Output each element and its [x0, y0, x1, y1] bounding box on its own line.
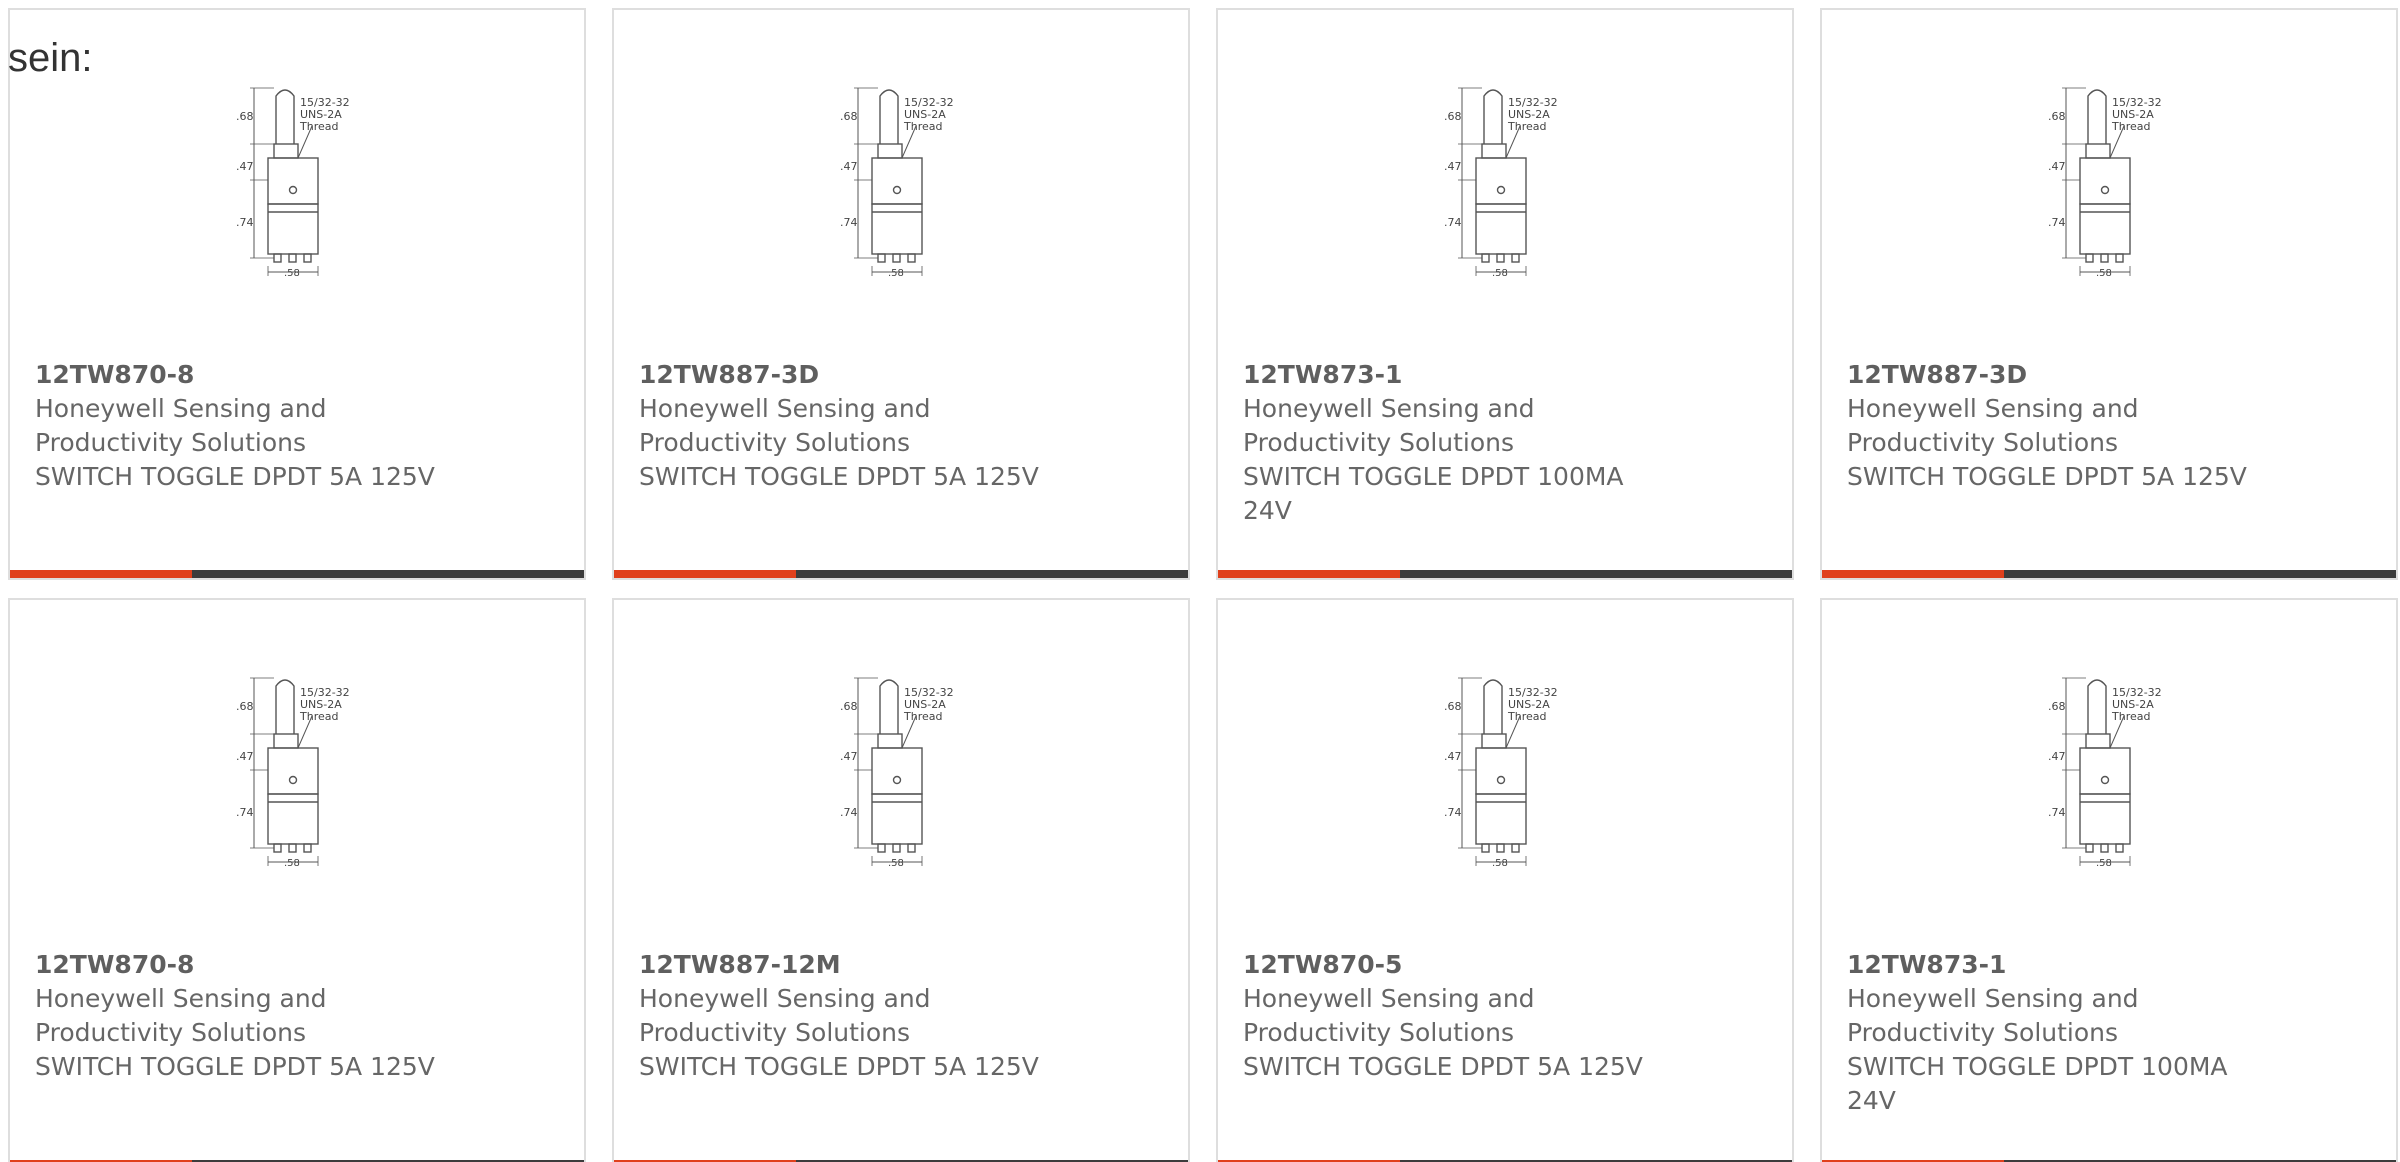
part-number[interactable]: 12TW870-8: [35, 948, 555, 982]
svg-text:Thread: Thread: [903, 710, 942, 723]
svg-text:.68: .68: [2048, 700, 2066, 713]
product-card[interactable]: .68.47.74.58 15/32-32 UNS-2A Thread 12TW870…: [1216, 598, 1794, 1162]
svg-text:Thread: Thread: [2111, 710, 2150, 723]
manufacturer: Honeywell Sensing and Productivity Solut…: [35, 984, 327, 1047]
card-footer-accent: [10, 570, 192, 578]
description: SWITCH TOGGLE DPDT 5A 125V: [1243, 1052, 1643, 1081]
card-footer-bar: [1822, 570, 2396, 578]
part-number[interactable]: 12TW873-1: [1847, 948, 2367, 982]
toggle-switch-drawing-icon[interactable]: .68.47.74.58 15/32-32 UNS-2A Thread: [2046, 666, 2178, 886]
product-card[interactable]: .68.47.74.58 15/32-32 UNS-2A Thread 12TW870…: [8, 8, 586, 580]
product-card[interactable]: .68.47.74.58 15/32-32 UNS-2A Thread 12TW887…: [612, 8, 1190, 580]
svg-text:.74: .74: [840, 216, 858, 229]
svg-text:Thread: Thread: [299, 710, 338, 723]
svg-text:.68: .68: [2048, 110, 2066, 123]
description: SWITCH TOGGLE DPDT 5A 125V: [1847, 462, 2247, 491]
toggle-switch-drawing-icon[interactable]: .68.47.74.58 15/32-32 UNS-2A Thread: [838, 666, 970, 886]
description: SWITCH TOGGLE DPDT 100MA 24V: [1847, 1052, 2228, 1115]
product-info: 12TW887-3D Honeywell Sensing and Product…: [639, 358, 1159, 494]
svg-text:.74: .74: [1444, 216, 1462, 229]
part-number[interactable]: 12TW887-3D: [639, 358, 1159, 392]
product-info: 12TW873-1 Honeywell Sensing and Producti…: [1847, 948, 2367, 1118]
card-footer-bar: [1218, 570, 1792, 578]
svg-text:.47: .47: [1444, 160, 1462, 173]
svg-text:.68: .68: [1444, 110, 1462, 123]
card-footer-bar: [10, 570, 584, 578]
svg-text:.74: .74: [1444, 806, 1462, 819]
product-grid-page: sein: .68.47.74.58 15/32-32 UNS-2A Thread 1…: [0, 0, 2400, 1162]
toggle-switch-drawing-icon[interactable]: .68.47.74.58 15/32-32 UNS-2A Thread: [234, 666, 366, 886]
description: SWITCH TOGGLE DPDT 100MA 24V: [1243, 462, 1624, 525]
product-info: 12TW873-1 Honeywell Sensing and Producti…: [1243, 358, 1763, 528]
description: SWITCH TOGGLE DPDT 5A 125V: [35, 1052, 435, 1081]
svg-text:.74: .74: [840, 806, 858, 819]
card-footer-bar: [614, 570, 1188, 578]
manufacturer: Honeywell Sensing and Productivity Solut…: [639, 984, 931, 1047]
svg-text:.47: .47: [236, 160, 254, 173]
svg-text:.68: .68: [840, 110, 858, 123]
svg-text:.58: .58: [1492, 858, 1508, 869]
card-footer-accent: [1218, 570, 1400, 578]
svg-text:.58: .58: [888, 268, 904, 279]
manufacturer: Honeywell Sensing and Productivity Solut…: [1243, 984, 1535, 1047]
svg-text:Thread: Thread: [903, 120, 942, 133]
product-card[interactable]: .68.47.74.58 15/32-32 UNS-2A Thread 12TW887…: [1820, 8, 2398, 580]
product-card[interactable]: .68.47.74.58 15/32-32 UNS-2A Thread 12TW873…: [1820, 598, 2398, 1162]
svg-text:Thread: Thread: [1507, 120, 1546, 133]
svg-text:.47: .47: [2048, 750, 2066, 763]
svg-text:.68: .68: [236, 110, 254, 123]
product-info: 12TW870-8 Honeywell Sensing and Producti…: [35, 948, 555, 1084]
part-number[interactable]: 12TW873-1: [1243, 358, 1763, 392]
product-info: 12TW870-5 Honeywell Sensing and Producti…: [1243, 948, 1763, 1084]
manufacturer: Honeywell Sensing and Productivity Solut…: [1243, 394, 1535, 457]
svg-text:.74: .74: [236, 806, 254, 819]
svg-text:Thread: Thread: [299, 120, 338, 133]
manufacturer: Honeywell Sensing and Productivity Solut…: [35, 394, 327, 457]
part-number[interactable]: 12TW870-8: [35, 358, 555, 392]
product-info: 12TW887-12M Honeywell Sensing and Produc…: [639, 948, 1159, 1084]
product-info: 12TW870-8 Honeywell Sensing and Producti…: [35, 358, 555, 494]
svg-text:.58: .58: [1492, 268, 1508, 279]
manufacturer: Honeywell Sensing and Productivity Solut…: [1847, 394, 2139, 457]
svg-text:.74: .74: [2048, 806, 2066, 819]
svg-text:Thread: Thread: [1507, 710, 1546, 723]
svg-text:.58: .58: [2096, 858, 2112, 869]
product-card[interactable]: .68.47.74.58 15/32-32 UNS-2A Thread 12TW870…: [8, 598, 586, 1162]
svg-text:.74: .74: [236, 216, 254, 229]
toggle-switch-drawing-icon[interactable]: .68.47.74.58 15/32-32 UNS-2A Thread: [1442, 76, 1574, 296]
svg-text:.58: .58: [888, 858, 904, 869]
product-card[interactable]: .68.47.74.58 15/32-32 UNS-2A Thread 12TW873…: [1216, 8, 1794, 580]
toggle-switch-drawing-icon[interactable]: .68.47.74.58 15/32-32 UNS-2A Thread: [1442, 666, 1574, 886]
svg-text:Thread: Thread: [2111, 120, 2150, 133]
svg-text:.47: .47: [840, 750, 858, 763]
svg-text:.68: .68: [236, 700, 254, 713]
part-number[interactable]: 12TW887-3D: [1847, 358, 2367, 392]
manufacturer: Honeywell Sensing and Productivity Solut…: [1847, 984, 2139, 1047]
intro-text: sein:: [8, 36, 93, 80]
svg-text:.47: .47: [840, 160, 858, 173]
svg-text:.74: .74: [2048, 216, 2066, 229]
part-number[interactable]: 12TW870-5: [1243, 948, 1763, 982]
toggle-switch-drawing-icon[interactable]: .68.47.74.58 15/32-32 UNS-2A Thread: [234, 76, 366, 296]
svg-text:.68: .68: [840, 700, 858, 713]
part-number[interactable]: 12TW887-12M: [639, 948, 1159, 982]
description: SWITCH TOGGLE DPDT 5A 125V: [639, 1052, 1039, 1081]
toggle-switch-drawing-icon[interactable]: .68.47.74.58 15/32-32 UNS-2A Thread: [838, 76, 970, 296]
svg-text:.58: .58: [284, 268, 300, 279]
manufacturer: Honeywell Sensing and Productivity Solut…: [639, 394, 931, 457]
svg-text:.47: .47: [2048, 160, 2066, 173]
card-footer-accent: [614, 570, 796, 578]
svg-text:.47: .47: [1444, 750, 1462, 763]
description: SWITCH TOGGLE DPDT 5A 125V: [639, 462, 1039, 491]
description: SWITCH TOGGLE DPDT 5A 125V: [35, 462, 435, 491]
svg-text:.58: .58: [284, 858, 300, 869]
card-footer-accent: [1822, 570, 2004, 578]
svg-text:.58: .58: [2096, 268, 2112, 279]
svg-text:.68: .68: [1444, 700, 1462, 713]
product-card[interactable]: .68.47.74.58 15/32-32 UNS-2A Thread 12TW887…: [612, 598, 1190, 1162]
product-info: 12TW887-3D Honeywell Sensing and Product…: [1847, 358, 2367, 494]
svg-text:.47: .47: [236, 750, 254, 763]
toggle-switch-drawing-icon[interactable]: .68.47.74.58 15/32-32 UNS-2A Thread: [2046, 76, 2178, 296]
